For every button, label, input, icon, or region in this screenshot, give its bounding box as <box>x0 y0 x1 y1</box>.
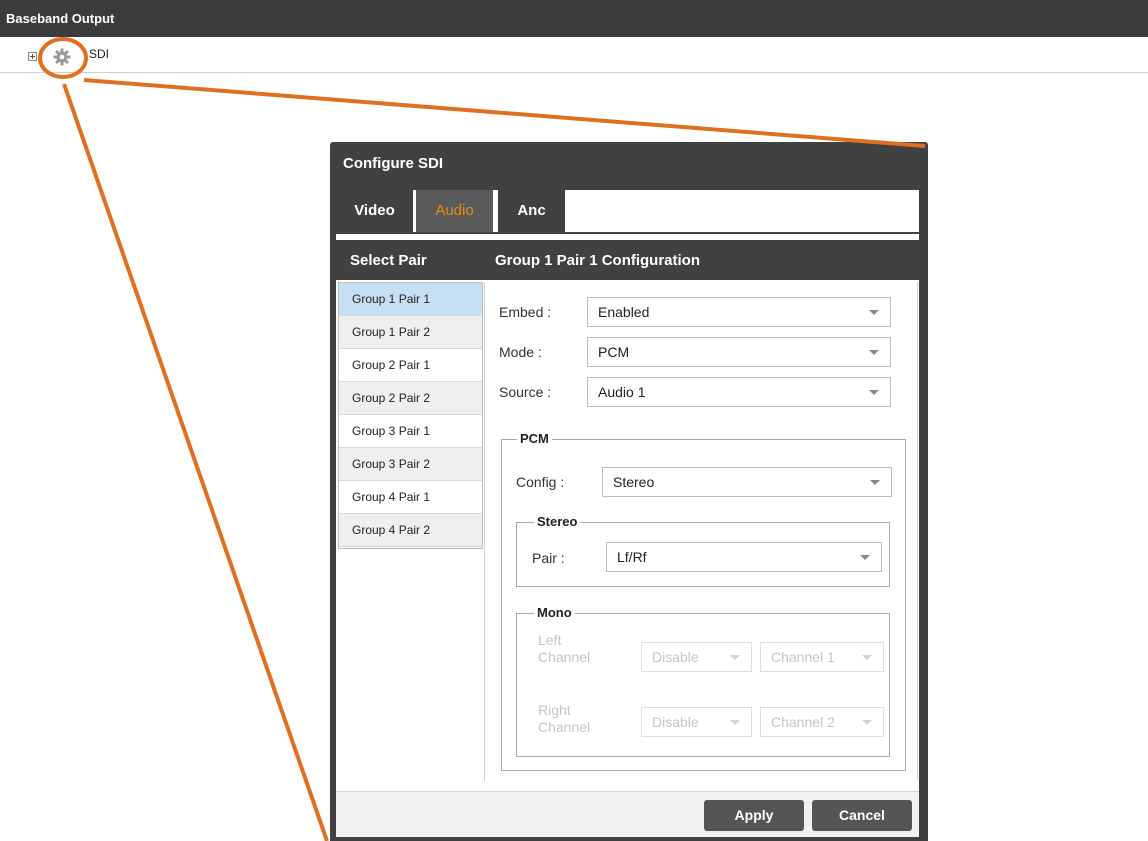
mono-legend: Mono <box>534 605 575 620</box>
pair-item[interactable]: Group 4 Pair 2 <box>339 514 482 547</box>
pair-item[interactable]: Group 2 Pair 2 <box>339 382 482 415</box>
embed-label: Embed : <box>499 304 552 320</box>
left-channel-value: Channel 1 <box>771 649 835 665</box>
pair-item[interactable]: Group 4 Pair 1 <box>339 481 482 514</box>
callout-line-top <box>83 78 926 148</box>
pair-value: Lf/Rf <box>617 549 647 565</box>
mono-fieldset: Mono Left Channel Disable Channel 1 Righ… <box>516 605 890 757</box>
page-title: Baseband Output <box>6 11 115 26</box>
mode-select[interactable]: PCM <box>587 337 891 367</box>
source-value: Audio 1 <box>598 384 646 400</box>
pair-item[interactable]: Group 1 Pair 2 <box>339 316 482 349</box>
right-channel-select[interactable]: Channel 2 <box>760 707 884 737</box>
embed-value: Enabled <box>598 304 650 320</box>
pair-select[interactable]: Lf/Rf <box>606 542 882 572</box>
left-channel-label: Left Channel <box>538 632 590 666</box>
chevron-down-icon <box>869 350 879 355</box>
chevron-down-icon <box>862 655 872 660</box>
chevron-down-icon <box>860 555 870 560</box>
left-channel-label-line1: Left <box>538 632 562 648</box>
pair-label: Pair : <box>532 550 565 566</box>
right-channel-label: Right Channel <box>538 702 590 736</box>
expand-icon[interactable] <box>28 52 37 61</box>
chevron-down-icon <box>869 310 879 315</box>
right-channel-label-line1: Right <box>538 702 571 718</box>
pcm-legend: PCM <box>517 431 552 446</box>
config-label: Config : <box>516 474 565 490</box>
pair-item[interactable]: Group 3 Pair 2 <box>339 448 482 481</box>
dialog-title: Configure SDI <box>343 155 443 172</box>
source-label: Source : <box>499 384 552 400</box>
apply-button[interactable]: Apply <box>704 800 804 831</box>
config-select[interactable]: Stereo <box>602 467 892 497</box>
source-select[interactable]: Audio 1 <box>587 377 891 407</box>
stereo-legend: Stereo <box>534 514 581 529</box>
tree-node-label[interactable]: SDI <box>89 47 109 61</box>
section-header: Select Pair Group 1 Pair 1 Configuration <box>336 240 919 280</box>
stereo-fieldset: Stereo Pair : Lf/Rf <box>516 514 890 587</box>
pair-item[interactable]: Group 1 Pair 1 <box>339 283 482 316</box>
embed-select[interactable]: Enabled <box>587 297 891 327</box>
config-heading: Group 1 Pair 1 Configuration <box>495 252 701 269</box>
mode-value: PCM <box>598 344 630 360</box>
gear-svg <box>53 48 71 66</box>
pair-item[interactable]: Group 2 Pair 1 <box>339 349 482 382</box>
select-pair-heading: Select Pair <box>350 252 427 269</box>
tab-bar: Video Audio Anc <box>336 190 919 232</box>
pcm-fieldset: PCM Config : Stereo Stereo Pair : Lf/Rf <box>501 431 906 771</box>
configure-sdi-dialog: Configure SDI Video Audio Anc Select Pai… <box>330 142 928 841</box>
gear-icon[interactable] <box>53 48 71 66</box>
chevron-down-icon <box>730 720 740 725</box>
pair-item[interactable]: Group 3 Pair 1 <box>339 415 482 448</box>
right-channel-label-line2: Channel <box>538 719 591 735</box>
chevron-down-icon <box>730 655 740 660</box>
left-channel-select[interactable]: Channel 1 <box>760 642 884 672</box>
tab-video[interactable]: Video <box>336 190 413 232</box>
tab-anc[interactable]: Anc <box>498 190 565 232</box>
chevron-down-icon <box>870 480 880 485</box>
config-panel: Embed : Enabled Mode : PCM Source : Audi… <box>484 282 918 781</box>
config-value: Stereo <box>613 474 655 490</box>
right-enable-value: Disable <box>652 714 699 730</box>
chevron-down-icon <box>862 720 872 725</box>
mode-label: Mode : <box>499 344 542 360</box>
left-enable-select[interactable]: Disable <box>641 642 752 672</box>
dialog-content: Select Pair Group 1 Pair 1 Configuration… <box>336 234 919 791</box>
tree-row-sdi: SDI <box>0 37 1148 73</box>
left-channel-label-line2: Channel <box>538 649 591 665</box>
pair-list: Group 1 Pair 1 Group 1 Pair 2 Group 2 Pa… <box>338 282 483 549</box>
right-enable-select[interactable]: Disable <box>641 707 752 737</box>
left-enable-value: Disable <box>652 649 699 665</box>
chevron-down-icon <box>869 390 879 395</box>
callout-line-bottom <box>62 83 329 841</box>
right-channel-value: Channel 2 <box>771 714 835 730</box>
tab-audio[interactable]: Audio <box>416 190 493 232</box>
page-header: Baseband Output <box>0 0 1148 37</box>
cancel-button[interactable]: Cancel <box>812 800 912 831</box>
dialog-footer: Apply Cancel <box>336 791 919 837</box>
